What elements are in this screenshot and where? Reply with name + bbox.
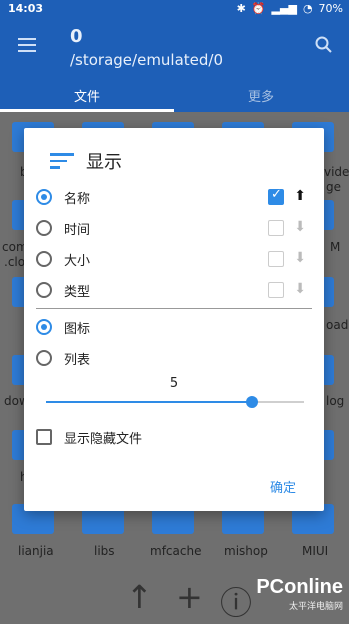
confirm-button[interactable]: 确定 [270,477,296,496]
slider-fill [46,401,253,403]
folder-label: M [330,240,341,254]
sort-checkbox[interactable] [268,220,284,236]
tab-bar: 文件 更多 [0,80,349,112]
arrow-down-icon[interactable]: ⬇ [294,219,306,235]
folder-label: mishop [224,544,268,558]
watermark-brand: PConline [256,576,343,598]
folder-label: mfcache [150,544,202,558]
size-slider[interactable] [46,396,304,408]
folder-label: MIUI [302,544,329,558]
info-icon[interactable]: ⓘ [220,578,252,624]
sort-option-label: 大小 [64,253,91,269]
up-arrow-icon[interactable]: ↑ [126,578,153,616]
selection-count: 0 [70,26,83,47]
folder-label: libs [94,544,115,558]
sort-checkbox[interactable] [268,251,284,267]
sort-option-time[interactable]: 时间 ⬇ [36,214,312,242]
radio-button[interactable] [36,220,52,236]
folder-label: vide [324,165,349,179]
sort-checkbox[interactable] [268,187,284,205]
signal-icon: ▂▄▆ [271,2,297,15]
view-option-icon[interactable]: 图标 [36,313,312,341]
view-option-label: 图标 [64,321,91,337]
bluetooth-icon: ✱ [236,2,246,15]
watermark-sub: 太平洋电脑网 [288,602,343,612]
sort-option-type[interactable]: 类型 ⬇ [36,276,312,304]
arrow-down-icon[interactable]: ⬇ [294,250,306,266]
tab-more[interactable]: 更多 [248,86,274,105]
sort-option-label: 类型 [64,284,91,300]
arrow-down-icon[interactable]: ⬇ [294,281,306,297]
sort-option-size[interactable]: 大小 ⬇ [36,245,312,273]
dialog-title: 显示 [86,152,122,173]
show-hidden-label: 显示隐藏文件 [64,431,143,447]
arrow-up-icon[interactable]: ⬆ [294,188,306,204]
menu-icon[interactable] [18,38,36,52]
radio-button[interactable] [36,282,52,298]
status-bar: 14:03 ✱ ⏰ ▂▄▆ ◔ 70% [0,0,349,18]
folder-label: oad [326,318,349,332]
view-option-label: 列表 [64,352,91,368]
tab-files[interactable]: 文件 [74,86,100,105]
folder-label: lianjia [18,544,54,558]
radio-button[interactable] [36,189,52,205]
battery-text: 70% [318,2,343,15]
sort-checkbox[interactable] [268,282,284,298]
status-icons: ✱ ⏰ ▂▄▆ ◔ 70% [237,2,343,15]
slider-value: 5 [169,376,179,391]
sort-option-label: 名称 [64,191,91,207]
radio-button[interactable] [36,350,52,366]
wifi-icon: ◔ [302,2,313,15]
watermark: PConline 太平洋电脑网 [256,576,343,612]
slider-thumb[interactable] [246,396,259,408]
status-time: 14:03 [8,2,44,15]
view-option-list[interactable]: 列表 [36,344,312,372]
alarm-icon: ⏰ [251,2,266,15]
sort-lines-icon [50,153,74,169]
radio-button[interactable] [36,251,52,267]
add-icon[interactable]: + [176,578,203,616]
display-dialog: 显示 名称 ⬆ 时间 ⬇ 大小 ⬇ 类型 ⬇ 图标 列表 5 显示隐藏文 [24,128,324,511]
search-icon[interactable] [315,36,333,54]
sort-option-label: 时间 [64,222,91,238]
app-bar: 0 /storage/emulated/0 [0,18,349,80]
radio-button[interactable] [36,319,52,335]
current-path: /storage/emulated/0 [70,51,224,69]
sort-option-name[interactable]: 名称 ⬆ [36,183,312,211]
show-hidden-checkbox[interactable] [36,429,52,445]
show-hidden-row[interactable]: 显示隐藏文件 [36,423,312,451]
folder-label: log [326,394,345,408]
divider [36,308,312,309]
folder-label: ge [326,180,341,194]
